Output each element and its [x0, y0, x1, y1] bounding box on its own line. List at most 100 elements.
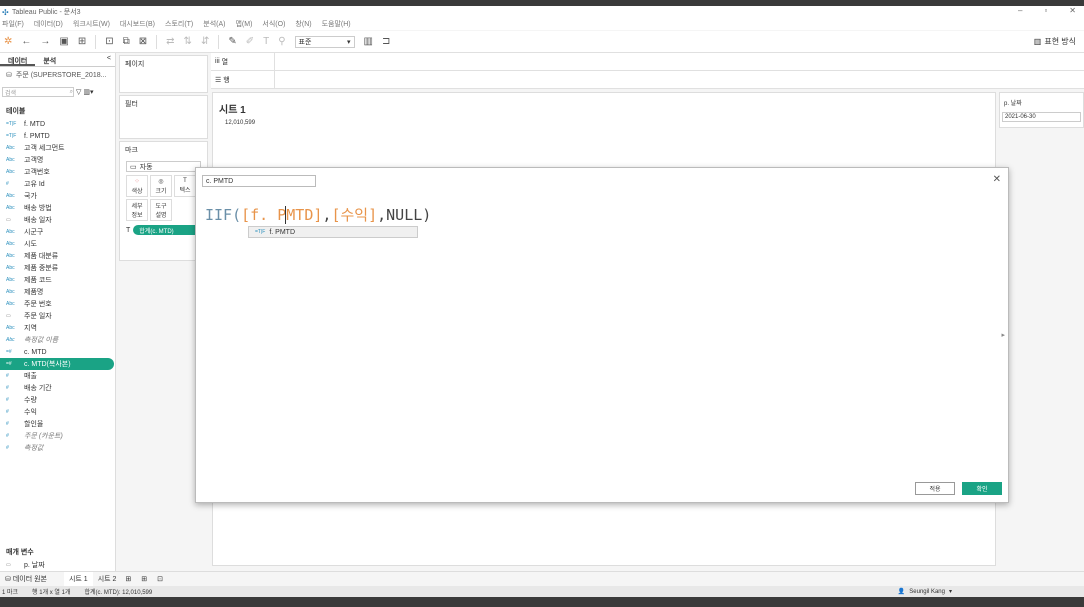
menu-window[interactable]: 창(N)	[295, 19, 311, 29]
field-item[interactable]: ▭ 주문 일자	[0, 310, 115, 322]
filters-shelf[interactable]: 필터	[119, 95, 208, 139]
color-button[interactable]: ⁘ 색상	[126, 175, 148, 197]
sum-mtd-pill[interactable]: 합계(c. MTD)	[133, 225, 201, 235]
datasource-item[interactable]: ⛁ 주문 (SUPERSTORE_2018...	[0, 67, 115, 83]
tab-sheet1[interactable]: 시트 1	[63, 571, 93, 587]
labels-icon[interactable]: T	[263, 36, 269, 47]
field-item[interactable]: Abc 제품 중분류	[0, 262, 115, 274]
new-story-icon[interactable]: ⊡	[157, 575, 163, 583]
menu-analysis[interactable]: 분석(A)	[203, 19, 225, 29]
field-label: 배송 기간	[24, 385, 52, 392]
highlight-icon[interactable]: ✎	[228, 36, 236, 47]
field-item[interactable]: # 수량	[0, 394, 115, 406]
duplicate-sheet-icon[interactable]: ⧉	[123, 36, 130, 47]
tab-data[interactable]: 데이터	[0, 53, 36, 66]
field-item[interactable]: Abc 제품 코드	[0, 274, 115, 286]
columns-shelf[interactable]: iii 열	[211, 53, 1084, 71]
field-item[interactable]: Abc 국가	[0, 190, 115, 202]
columns-label-wrap: iii 열	[215, 53, 275, 70]
maximize-icon[interactable]: ▫	[1044, 6, 1047, 15]
field-item[interactable]: Abc 주문 번호	[0, 298, 115, 310]
save-icon[interactable]: ▣	[59, 36, 68, 47]
field-item[interactable]: # 할인율	[0, 418, 115, 430]
datasource-tab[interactable]: ⛁ 데이터 원본	[0, 572, 52, 587]
parameter-item[interactable]: ▭ p. 날짜	[0, 559, 116, 571]
detail-button[interactable]: 세부 정보	[126, 199, 148, 221]
mark-type-select[interactable]: ▭ 자동	[126, 161, 201, 172]
field-item[interactable]: ▭ 배송 일자	[0, 214, 115, 226]
field-item[interactable]: Abc 고객명	[0, 154, 115, 166]
mtd-value[interactable]: 12,010,599	[225, 120, 255, 126]
field-item[interactable]: =T|F f. MTD	[0, 118, 115, 130]
field-item[interactable]: # 배송 기간	[0, 382, 115, 394]
field-item[interactable]: # 측정값	[0, 442, 115, 454]
field-item[interactable]: # 주문 (카운트)	[0, 430, 115, 442]
expand-arrow-icon[interactable]: ▸	[1001, 331, 1005, 339]
tableau-home-icon[interactable]: ✲	[4, 36, 12, 47]
field-item[interactable]: Abc 배송 방법	[0, 202, 115, 214]
undo-icon[interactable]: ←	[21, 36, 31, 47]
show-me-icon: ▥	[1033, 37, 1042, 46]
close-icon[interactable]: ✕	[993, 174, 1001, 185]
autocomplete-dropdown[interactable]: =T|F f. PMTD	[248, 226, 418, 238]
share-icon[interactable]: ⊐	[382, 36, 390, 47]
user-menu[interactable]: 👤 Seungil Kang ▾	[898, 586, 952, 597]
menu-file[interactable]: 파일(F)	[2, 19, 24, 29]
field-item[interactable]: Abc 시군구	[0, 226, 115, 238]
new-sheet-icon[interactable]: ⊡	[105, 36, 113, 47]
field-item[interactable]: # 수익	[0, 406, 115, 418]
menu-format[interactable]: 서식(O)	[262, 19, 285, 29]
rows-shelf[interactable]: ☰ 행	[211, 71, 1084, 89]
fit-select[interactable]: 표준 ▾	[294, 35, 355, 48]
filter-icon[interactable]: ▽	[76, 88, 81, 96]
apply-button[interactable]: 적용	[915, 482, 955, 495]
menu-data[interactable]: 데이터(D)	[34, 19, 63, 29]
menu-dashboard[interactable]: 대시보드(B)	[120, 19, 155, 29]
field-item[interactable]: Abc 지역	[0, 322, 115, 334]
clear-sheet-icon[interactable]: ⊠	[139, 36, 147, 47]
field-item[interactable]: =# c. MTD(복사본)	[0, 358, 114, 370]
tooltip-button[interactable]: 도구 설명	[150, 199, 172, 221]
search-input[interactable]: 검색 ⌕	[2, 87, 74, 97]
collapse-icon[interactable]: <	[103, 53, 115, 66]
redo-icon[interactable]: →	[40, 36, 50, 47]
field-item[interactable]: # 고유 Id	[0, 178, 115, 190]
tab-analysis[interactable]: 분석	[35, 53, 64, 66]
show-me-button[interactable]: ▥ 표현 방식	[1034, 36, 1076, 47]
presentation-icon[interactable]: ▥	[364, 36, 373, 47]
calc-name-input[interactable]: c. PMTD	[202, 175, 316, 187]
field-item[interactable]: =# c. MTD	[0, 346, 115, 358]
text-button[interactable]: T 텍스	[174, 175, 196, 197]
ok-button[interactable]: 확인	[962, 482, 1002, 495]
pages-shelf[interactable]: 페이지	[119, 55, 208, 93]
menu-map[interactable]: 맵(M)	[235, 19, 252, 29]
autocomplete-item[interactable]: f. PMTD	[269, 229, 295, 236]
size-button[interactable]: ◎ 크기	[150, 175, 172, 197]
new-datasource-icon[interactable]: ⊞	[78, 36, 86, 47]
minimize-icon[interactable]: –	[1018, 6, 1022, 15]
group-icon[interactable]: ✐	[246, 36, 254, 47]
swap-icon[interactable]: ⇄	[166, 36, 174, 47]
pin-icon[interactable]: ⚲	[278, 36, 285, 47]
new-dashboard-icon[interactable]: ⊞	[141, 575, 147, 583]
new-worksheet-icon[interactable]: ⊞	[125, 575, 131, 583]
sort-asc-icon[interactable]: ⇅	[184, 36, 192, 47]
field-item[interactable]: Abc 고객번호	[0, 166, 115, 178]
field-item[interactable]: Abc 제품 대분류	[0, 250, 115, 262]
field-item[interactable]: =T|F f. PMTD	[0, 130, 115, 142]
field-item[interactable]: Abc 고객 세그먼트	[0, 142, 115, 154]
menu-story[interactable]: 스토리(T)	[165, 19, 193, 29]
close-window-icon[interactable]: ✕	[1069, 6, 1076, 15]
field-item[interactable]: # 매출	[0, 370, 115, 382]
formula-editor[interactable]: IIF([f. PMTD],[수익],NULL)	[205, 204, 431, 225]
menu-worksheet[interactable]: 워크시트(W)	[73, 19, 110, 29]
parameter-date-input[interactable]: 2021-06-30	[1002, 112, 1081, 122]
tab-sheet2[interactable]: 시트 2	[93, 572, 122, 587]
sort-desc-icon[interactable]: ⇵	[201, 36, 209, 47]
menu-help[interactable]: 도움말(H)	[322, 19, 351, 29]
field-item[interactable]: Abc 제품명	[0, 286, 115, 298]
view-options-icon[interactable]: ▥▾	[83, 88, 93, 96]
field-label: 시도	[24, 241, 37, 248]
field-item[interactable]: Abc 측정값 이름	[0, 334, 115, 346]
field-item[interactable]: Abc 시도	[0, 238, 115, 250]
